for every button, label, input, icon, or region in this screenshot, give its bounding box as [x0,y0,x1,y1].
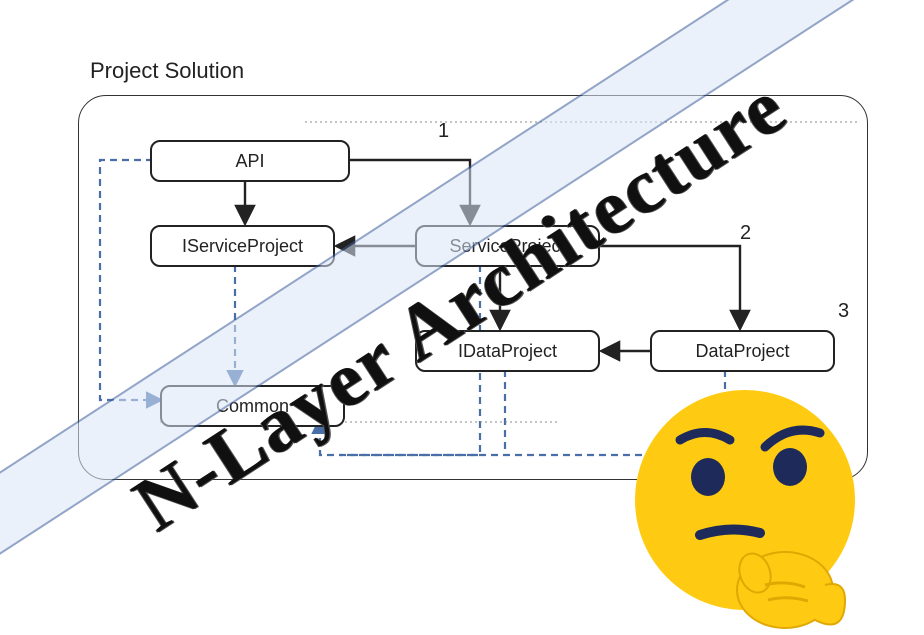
box-api: API [150,140,350,182]
box-iservice: IServiceProject [150,225,335,267]
diagram-title: Project Solution [90,58,244,84]
annotation-2: 2 [740,222,751,245]
annotation-3: 3 [838,300,849,323]
annotation-1: 1 [438,120,449,143]
box-api-label: API [235,151,264,172]
box-data: DataProject [650,330,835,372]
box-data-label: DataProject [695,341,789,362]
box-iservice-label: IServiceProject [182,236,303,257]
thinking-emoji-icon [620,385,870,635]
